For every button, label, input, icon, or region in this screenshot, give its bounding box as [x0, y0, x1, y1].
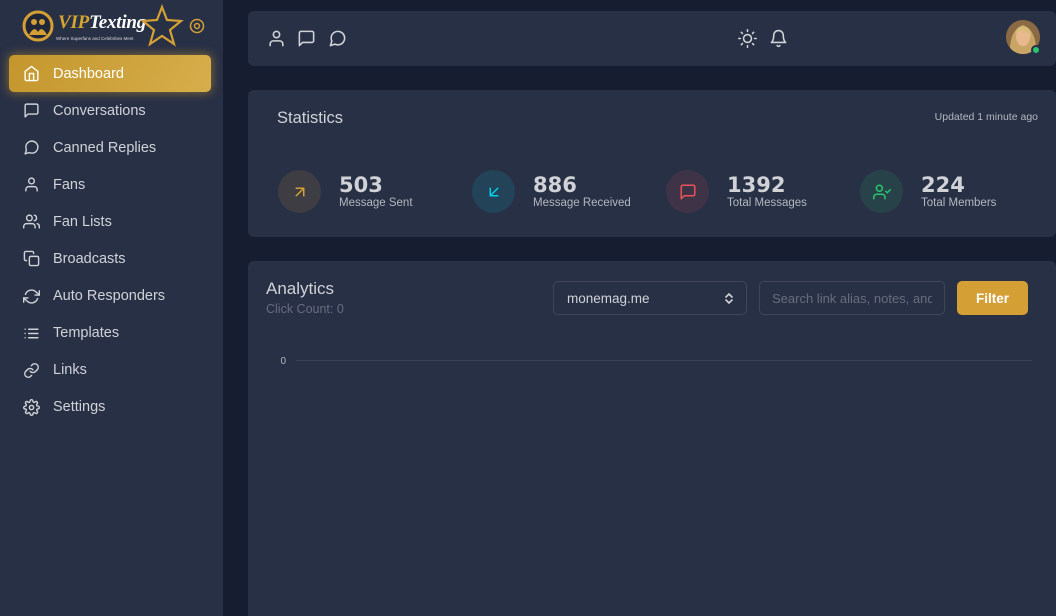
stat-label: Message Received: [533, 197, 631, 209]
stat-value: 886: [533, 173, 577, 197]
sidebar-item-conversations[interactable]: Conversations: [9, 92, 211, 129]
stat-value: 503: [339, 173, 383, 197]
sidebar-item-label: Fans: [53, 176, 86, 193]
sidebar-item-label: Conversations: [53, 102, 146, 119]
select-caret-icon: [725, 292, 733, 305]
bell-icon[interactable]: [769, 29, 789, 49]
analytics-title: Analytics: [266, 279, 335, 298]
stat-value: 1392: [727, 173, 786, 197]
stat-message-sent: 503 Message Sent: [278, 170, 413, 213]
copy-icon: [22, 250, 40, 268]
refresh-icon: [22, 287, 40, 305]
analytics-chart: 0: [280, 356, 1032, 367]
user-check-icon: [860, 170, 903, 213]
users-icon: [22, 213, 40, 231]
click-count: Click Count: 0: [266, 302, 344, 316]
sun-icon[interactable]: [738, 29, 758, 49]
user-icon: [22, 176, 40, 194]
stat-value: 224: [921, 173, 965, 197]
sidebar-item-templates[interactable]: Templates: [9, 315, 211, 352]
sidebar: VIPTexting Where Superfans and Celebriti…: [0, 0, 223, 616]
link-icon: [22, 361, 40, 379]
message-square-icon[interactable]: [297, 29, 317, 49]
stat-label: Total Messages: [727, 197, 807, 209]
sidebar-item-settings[interactable]: Settings: [9, 389, 211, 426]
message-circle-icon[interactable]: [328, 29, 348, 49]
arrow-up-right-icon: [278, 170, 321, 213]
y-tick-label: 0: [280, 356, 286, 367]
filter-button[interactable]: Filter: [957, 281, 1028, 315]
sidebar-item-label: Fan Lists: [53, 213, 112, 230]
brand-tagline: Where Superfans and Celebrities Meet: [56, 36, 134, 41]
domain-select-value: monemag.me: [567, 290, 650, 306]
user-icon[interactable]: [267, 29, 287, 49]
brand-logo[interactable]: VIPTexting Where Superfans and Celebriti…: [22, 4, 184, 47]
sidebar-item-label: Broadcasts: [53, 250, 126, 267]
message-square-icon: [666, 170, 709, 213]
logo-badge-icon: [22, 10, 54, 42]
stat-message-received: 886 Message Received: [472, 170, 631, 213]
link-search-input[interactable]: [759, 281, 945, 315]
online-status-badge: [1031, 45, 1041, 55]
sidebar-item-links[interactable]: Links: [9, 352, 211, 389]
stat-label: Message Sent: [339, 197, 413, 209]
sidebar-item-label: Canned Replies: [53, 139, 157, 156]
arrow-down-left-icon: [472, 170, 515, 213]
analytics-card: Analytics Click Count: 0 monemag.me Filt…: [248, 261, 1056, 616]
stat-total-members: 224 Total Members: [860, 170, 996, 213]
message-circle-icon: [22, 139, 40, 157]
home-icon: [22, 65, 40, 83]
sidebar-item-auto-responders[interactable]: Auto Responders: [9, 278, 211, 315]
settings-icon: [22, 398, 40, 416]
sidebar-item-fans[interactable]: Fans: [9, 166, 211, 203]
statistics-updated: Updated 1 minute ago: [934, 111, 1038, 123]
top-navbar: [248, 11, 1056, 66]
sidebar-item-dashboard[interactable]: Dashboard: [9, 55, 211, 92]
sidebar-item-label: Auto Responders: [53, 288, 166, 305]
list-icon: [22, 324, 40, 342]
message-square-icon: [22, 102, 40, 120]
sidebar-item-label: Links: [53, 362, 87, 379]
sidebar-nav: Dashboard Conversations Canned Replies F…: [9, 55, 211, 426]
collapse-toggle-icon[interactable]: [189, 18, 205, 34]
sidebar-item-label: Settings: [53, 399, 106, 416]
stat-total-messages: 1392 Total Messages: [666, 170, 807, 213]
stat-label: Total Members: [921, 197, 997, 209]
brand-name: VIPTexting: [58, 12, 147, 33]
sidebar-item-label: Templates: [53, 325, 120, 342]
logo-star-icon: [140, 4, 184, 47]
domain-select[interactable]: monemag.me: [553, 281, 747, 315]
sidebar-item-label: Dashboard: [53, 65, 124, 82]
sidebar-item-canned-replies[interactable]: Canned Replies: [9, 129, 211, 166]
statistics-title: Statistics: [277, 109, 344, 127]
sidebar-item-broadcasts[interactable]: Broadcasts: [9, 240, 211, 277]
sidebar-item-fan-lists[interactable]: Fan Lists: [9, 203, 211, 240]
statistics-card: Statistics Updated 1 minute ago 503 Mess…: [248, 90, 1056, 237]
